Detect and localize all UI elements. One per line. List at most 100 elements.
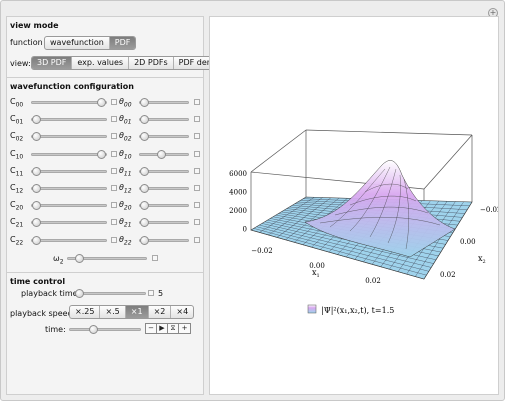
theta-coefficient-slider[interactable] — [139, 166, 189, 176]
theta-coefficient-thumb[interactable] — [140, 132, 149, 142]
theta-coefficient-slider[interactable] — [139, 235, 189, 245]
theta-expand-icon[interactable] — [194, 116, 200, 123]
theta-expand-icon[interactable] — [194, 99, 200, 105]
c-coefficient-slider[interactable] — [31, 166, 107, 176]
c-coefficient-slider[interactable] — [31, 132, 107, 142]
c-expand-icon[interactable] — [111, 133, 117, 140]
z-tick-label: 6000 — [229, 170, 247, 178]
function-option[interactable]: wavefunction — [45, 37, 110, 49]
view-label: view: — [10, 59, 31, 68]
c-coefficient-slider[interactable] — [31, 218, 107, 228]
omega-expand-icon[interactable] — [152, 255, 158, 261]
c-coefficient-thumb[interactable] — [32, 201, 41, 211]
c-expand-icon[interactable] — [111, 185, 117, 191]
theta-coefficient-slider[interactable] — [139, 149, 189, 159]
speed-option[interactable]: ×1 — [125, 306, 149, 318]
c-coefficient-label: C11 — [10, 165, 24, 178]
time-label: time: — [45, 325, 66, 334]
c-coefficient-slider[interactable] — [31, 201, 107, 211]
c-expand-icon[interactable] — [111, 219, 117, 226]
theta-coefficient-label: θ11 — [119, 165, 132, 178]
theta-coefficient-label: θ10 — [119, 148, 132, 161]
c-coefficient-thumb[interactable] — [32, 115, 41, 125]
function-selector[interactable]: wavefunction PDF — [44, 36, 137, 50]
z-axis: 6000 4000 2000 0 — [229, 170, 247, 234]
theta-coefficient-thumb[interactable] — [140, 235, 149, 245]
time-slider-thumb[interactable] — [89, 325, 99, 334]
c-coefficient-slider[interactable] — [31, 235, 107, 245]
playback-time-expand-icon[interactable] — [148, 290, 154, 296]
theta-coefficient-slider[interactable] — [139, 201, 189, 211]
c-coefficient-thumb[interactable] — [32, 166, 41, 176]
animation-button[interactable]: ▶ — [157, 324, 168, 333]
app-window: + view mode function wavefunction PDF vie… — [0, 0, 505, 401]
c-coefficient-thumb[interactable] — [32, 132, 41, 142]
playback-speed-selector[interactable]: ×.25 ×.5 ×1 ×2 ×4 — [69, 305, 195, 319]
c-expand-icon[interactable] — [111, 116, 117, 123]
view-selector[interactable]: 3D PDF exp. values 2D PDFs PDF dens. — [31, 56, 225, 70]
c-coefficient-slider[interactable] — [31, 149, 107, 159]
c-expand-icon[interactable] — [111, 99, 117, 105]
speed-option[interactable]: ×.25 — [70, 306, 101, 318]
c-coefficient-label: C02 — [10, 131, 24, 143]
c-expand-icon[interactable] — [111, 150, 117, 157]
theta-coefficient-thumb[interactable] — [140, 115, 149, 125]
theta-coefficient-thumb[interactable] — [156, 149, 166, 159]
x2-tick-label: −0.02 — [480, 206, 498, 214]
theta-coefficient-thumb[interactable] — [140, 98, 149, 107]
pdf-3d-plot[interactable]: 6000400020000 −0.020.000.02 0.020.00−0.0… — [210, 17, 501, 394]
c-coefficient-thumb[interactable] — [96, 98, 106, 107]
view-option[interactable]: 3D PDF — [32, 57, 73, 69]
c-expand-icon[interactable] — [111, 202, 117, 209]
speed-option[interactable]: ×.5 — [100, 306, 126, 318]
speed-option[interactable]: ×4 — [171, 306, 193, 318]
theta-coefficient-label: θ02 — [119, 131, 132, 143]
theta-coefficient-thumb[interactable] — [140, 201, 149, 211]
animation-controls[interactable]: − ▶ ⧖ + — [145, 323, 191, 334]
speed-option[interactable]: ×2 — [149, 306, 172, 318]
theta-expand-icon[interactable] — [194, 185, 200, 191]
theta-expand-icon[interactable] — [194, 219, 200, 226]
theta-coefficient-label: θ12 — [119, 183, 132, 195]
theta-coefficient-thumb[interactable] — [140, 166, 149, 176]
c-expand-icon[interactable] — [111, 167, 117, 174]
c-coefficient-label: C10 — [10, 148, 24, 161]
animation-button[interactable]: + — [179, 324, 190, 333]
theta-coefficient-slider[interactable] — [139, 98, 189, 107]
c-coefficient-slider[interactable] — [31, 98, 107, 107]
theta-coefficient-slider[interactable] — [139, 184, 189, 193]
c-coefficient-thumb[interactable] — [32, 235, 41, 245]
c-coefficient-slider[interactable] — [31, 115, 107, 125]
c-coefficient-slider[interactable] — [31, 184, 107, 193]
theta-expand-icon[interactable] — [194, 236, 200, 243]
theta-expand-icon[interactable] — [194, 202, 200, 209]
view-option[interactable]: exp. values — [72, 57, 130, 69]
animation-button[interactable]: − — [146, 324, 157, 333]
theta-coefficient-thumb[interactable] — [140, 184, 149, 193]
view-option[interactable]: 2D PDFs — [129, 57, 174, 69]
c-coefficient-label: C01 — [10, 114, 24, 126]
theta-expand-icon[interactable] — [194, 133, 200, 140]
function-option[interactable]: PDF — [109, 37, 136, 49]
theta-coefficient-slider[interactable] — [139, 218, 189, 228]
animation-button[interactable]: ⧖ — [168, 324, 179, 333]
c-coefficient-thumb[interactable] — [96, 149, 106, 159]
c-coefficient-thumb[interactable] — [32, 218, 41, 228]
omega-label: ω2 — [53, 254, 64, 266]
c-expand-icon[interactable] — [111, 236, 117, 243]
theta-expand-icon[interactable] — [194, 167, 200, 174]
x1-tick-label: −0.02 — [251, 247, 272, 255]
c-coefficient-thumb[interactable] — [32, 184, 41, 193]
x2-tick-label: 0.02 — [440, 271, 456, 279]
plot-panel: 6000 4000 2000 0 −0.02 0.00 0.02 0.02 0.00 −0.0… — [209, 16, 501, 395]
theta-coefficient-slider[interactable] — [139, 132, 189, 142]
theta-coefficient-slider[interactable] — [139, 115, 189, 125]
time-slider[interactable] — [69, 325, 141, 334]
theta-coefficient-thumb[interactable] — [140, 218, 149, 228]
theta-expand-icon[interactable] — [194, 150, 200, 157]
playback-time-slider[interactable] — [74, 289, 146, 298]
view-mode-title: view mode — [10, 21, 59, 30]
omega-slider[interactable] — [67, 254, 147, 263]
playback-time-thumb[interactable] — [75, 289, 84, 298]
omega-slider-thumb[interactable] — [75, 254, 85, 263]
